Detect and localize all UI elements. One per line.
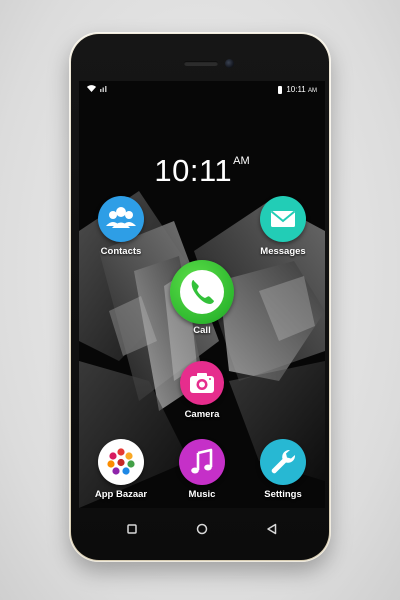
contacts-icon xyxy=(98,196,144,242)
app-label-contacts: Contacts xyxy=(100,246,142,257)
phone-icon xyxy=(170,260,234,324)
app-label-camera: Camera xyxy=(184,409,220,420)
wrench-icon xyxy=(260,439,306,485)
phone-device: 10:11 AM 10:11AM Contacts Messages Call … xyxy=(69,32,331,562)
status-time: 10:11 AM xyxy=(286,85,317,94)
app-label-call: Call xyxy=(193,325,211,336)
status-ampm: AM xyxy=(308,88,317,94)
app-messages[interactable]: Messages xyxy=(245,196,321,257)
status-time-text: 10:11 xyxy=(286,85,306,94)
front-camera-lens xyxy=(225,59,234,68)
envelope-icon xyxy=(260,196,306,242)
app-bazaar-icon xyxy=(98,439,144,485)
page-background: 10:11 AM 10:11AM Contacts Messages Call … xyxy=(0,0,400,600)
app-app-bazaar[interactable]: App Bazaar xyxy=(83,439,159,500)
app-label-messages: Messages xyxy=(260,246,306,257)
back-triangle-icon[interactable] xyxy=(263,520,281,538)
status-bar: 10:11 AM xyxy=(79,81,325,99)
status-right-group: 10:11 AM xyxy=(278,85,317,94)
clock-time: 10:11 xyxy=(154,153,233,188)
app-camera[interactable]: Camera xyxy=(164,361,240,420)
battery-icon xyxy=(278,85,283,94)
earpiece-speaker xyxy=(184,61,218,66)
status-left-group xyxy=(87,85,108,92)
app-settings[interactable]: Settings xyxy=(245,439,321,500)
wifi-icon xyxy=(87,85,96,92)
app-label-music: Music xyxy=(188,489,216,500)
app-label-settings: Settings xyxy=(264,489,302,500)
app-label-app-bazaar: App Bazaar xyxy=(94,489,148,500)
clock-widget[interactable]: 10:11AM xyxy=(79,153,325,189)
phone-front-panel: 10:11 AM 10:11AM Contacts Messages Call … xyxy=(71,34,329,560)
app-call[interactable]: Call xyxy=(164,260,240,336)
recents-square-icon[interactable] xyxy=(123,520,141,538)
signal-bars-icon xyxy=(100,86,107,92)
home-circle-icon[interactable] xyxy=(193,520,211,538)
music-note-icon xyxy=(179,439,225,485)
app-music[interactable]: Music xyxy=(164,439,240,500)
navigation-bar xyxy=(79,508,325,550)
camera-icon xyxy=(180,361,224,405)
app-contacts[interactable]: Contacts xyxy=(83,196,159,257)
clock-ampm: AM xyxy=(233,155,250,167)
home-screen: 10:11 AM 10:11AM Contacts Messages Call … xyxy=(79,81,325,508)
